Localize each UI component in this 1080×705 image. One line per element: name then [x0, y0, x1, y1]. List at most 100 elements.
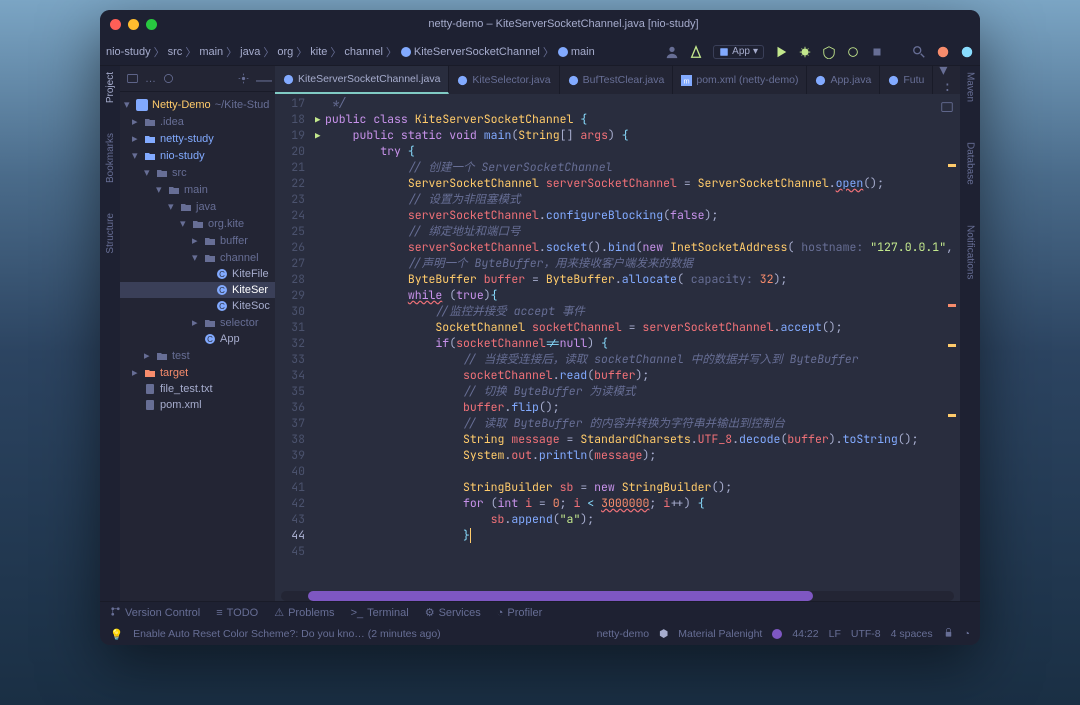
tree-item[interactable]: file_test.txt [120, 381, 275, 397]
gear-icon[interactable] [237, 72, 250, 85]
minimize-window-button[interactable] [128, 19, 139, 30]
maven-tool-button[interactable]: Maven [965, 72, 976, 102]
navigation-toolbar: nio-study〉src〉main〉java〉org〉kite〉channel… [100, 38, 980, 66]
horizontal-scrollbar[interactable] [281, 591, 954, 601]
breadcrumb-item[interactable]: KiteServerSocketChannel [414, 46, 540, 58]
editor-tabs: KiteServerSocketChannel.javaKiteSelector… [275, 66, 960, 94]
tree-item[interactable]: ▾nio-study [120, 147, 275, 164]
line-gutter[interactable]: 1718192021222324252627282930313233343536… [275, 94, 313, 591]
status-line-sep[interactable]: LF [829, 628, 841, 640]
tree-item[interactable]: ▸test [120, 347, 275, 364]
lock-icon[interactable] [943, 627, 954, 641]
status-tip[interactable]: Enable Auto Reset Color Scheme?: Do you … [133, 628, 441, 640]
notifications-tool-button[interactable]: Notifications [965, 225, 976, 279]
run-line-marker[interactable]: ▶ [315, 130, 320, 142]
tree-item[interactable]: ▸selector [120, 314, 275, 331]
status-indent[interactable]: 4 spaces [891, 628, 933, 640]
status-project[interactable]: netty-demo [597, 628, 650, 640]
breadcrumb[interactable]: nio-study〉src〉main〉java〉org〉kite〉channel… [106, 44, 661, 60]
editor-tab[interactable]: BufTestClear.java [560, 66, 674, 94]
editor-tab[interactable]: mpom.xml (netty-demo) [673, 66, 807, 94]
debug-button[interactable] [798, 45, 812, 59]
tree-item[interactable]: ▾org.kite [120, 215, 275, 232]
code-editor[interactable]: 1718192021222324252627282930313233343536… [275, 94, 960, 591]
profile-button[interactable] [846, 45, 860, 59]
scrollbar-thumb[interactable] [308, 591, 813, 601]
memory-indicator-icon[interactable]: ◔ [964, 628, 970, 640]
tree-item[interactable]: CKiteSoc [120, 298, 275, 314]
code-content[interactable]: */public class KiteServerSocketChannel {… [313, 94, 960, 591]
database-tool-button[interactable]: Database [965, 142, 976, 185]
editor-tab[interactable]: KiteSelector.java [449, 66, 559, 94]
close-window-button[interactable] [110, 19, 121, 30]
material-icon: ⬢ [659, 628, 668, 640]
reader-mode-icon[interactable] [940, 100, 954, 114]
svg-text:C: C [219, 286, 225, 295]
tree-item[interactable]: ▾java [120, 198, 275, 215]
editor-area: KiteServerSocketChannel.javaKiteSelector… [275, 66, 960, 601]
status-encoding[interactable]: UTF-8 [851, 628, 881, 640]
project-tool-button[interactable]: Project [105, 72, 116, 103]
ide-settings-icon[interactable] [960, 45, 974, 59]
bottom-tab-problems[interactable]: ⚠Problems [274, 606, 334, 619]
breadcrumb-item[interactable]: src [168, 46, 183, 58]
bookmarks-tool-button[interactable]: Bookmarks [105, 133, 116, 183]
run-line-marker[interactable]: ▶ [315, 114, 320, 126]
window-title: netty-demo – KiteServerSocketChannel.jav… [157, 18, 970, 30]
project-panel-header: … — [120, 66, 275, 92]
svg-text:C: C [219, 270, 225, 279]
run-config-dropdown[interactable]: App ▾ [713, 45, 764, 59]
status-theme[interactable]: Material Palenight [678, 628, 762, 640]
search-icon[interactable] [912, 45, 926, 59]
breadcrumb-item[interactable]: kite [310, 46, 327, 58]
coverage-button[interactable] [822, 45, 836, 59]
bottom-tab-profiler[interactable]: ◔Profiler [497, 607, 543, 619]
tree-root[interactable]: ▾Netty-Demo ~/Kite-Stud [120, 96, 275, 113]
accent-dot[interactable] [772, 629, 782, 639]
error-stripe[interactable] [948, 124, 956, 444]
bottom-tab-services[interactable]: ⚙Services [425, 606, 481, 619]
breadcrumb-item[interactable]: nio-study [106, 46, 151, 58]
editor-tab[interactable]: App.java [807, 66, 880, 94]
user-icon[interactable] [665, 45, 679, 59]
dots-icon[interactable]: … [145, 73, 156, 85]
ide-window: netty-demo – KiteServerSocketChannel.jav… [100, 10, 980, 645]
sync-icon[interactable] [936, 45, 950, 59]
tree-item[interactable]: CKiteFile [120, 266, 275, 282]
breadcrumb-item[interactable]: channel [344, 46, 383, 58]
breadcrumb-item[interactable]: java [240, 46, 260, 58]
tree-item[interactable]: CKiteSer [120, 282, 275, 298]
select-opened-file-icon[interactable] [162, 72, 175, 85]
tree-item[interactable]: CApp [120, 331, 275, 347]
tree-item[interactable]: ▸buffer [120, 232, 275, 249]
editor-tab[interactable]: Futu [880, 66, 933, 94]
editor-tab[interactable]: KiteServerSocketChannel.java [275, 66, 449, 94]
build-icon[interactable] [689, 45, 703, 59]
breadcrumb-item[interactable]: main [199, 46, 223, 58]
maximize-window-button[interactable] [146, 19, 157, 30]
project-tree[interactable]: ▾Netty-Demo ~/Kite-Stud▸.idea▸netty-stud… [120, 92, 275, 601]
tip-icon[interactable]: 💡 [110, 628, 123, 641]
tree-item[interactable]: ▾main [120, 181, 275, 198]
collapse-panel-icon[interactable]: — [256, 72, 269, 85]
tree-item[interactable]: ▸netty-study [120, 130, 275, 147]
tabs-overflow[interactable]: ▾ ⋮ [933, 66, 960, 94]
status-cursor[interactable]: 44:22 [792, 628, 818, 640]
traffic-lights [110, 19, 157, 30]
bottom-tab-todo[interactable]: ≡TODO [216, 607, 258, 619]
structure-tool-button[interactable]: Structure [105, 213, 116, 254]
bottom-tab-terminal[interactable]: >_Terminal [351, 607, 409, 619]
tree-item[interactable]: ▸.idea [120, 113, 275, 130]
stop-button[interactable] [870, 45, 884, 59]
bottom-tab-version-control[interactable]: Version Control [110, 606, 200, 620]
bottom-tool-tabs: Version Control ≡TODO ⚠Problems >_Terminal ⚙… [100, 601, 980, 623]
run-button[interactable] [774, 45, 788, 59]
tree-item[interactable]: ▾channel [120, 249, 275, 266]
project-panel: … — ▾Netty-Demo ~/Kite-Stud▸.idea▸netty-… [120, 66, 275, 601]
tree-item[interactable]: ▸target [120, 364, 275, 381]
tree-item[interactable]: pom.xml [120, 397, 275, 413]
project-view-icon[interactable] [126, 72, 139, 85]
breadcrumb-item[interactable]: main [571, 46, 595, 58]
tree-item[interactable]: ▾src [120, 164, 275, 181]
breadcrumb-item[interactable]: org [277, 46, 293, 58]
